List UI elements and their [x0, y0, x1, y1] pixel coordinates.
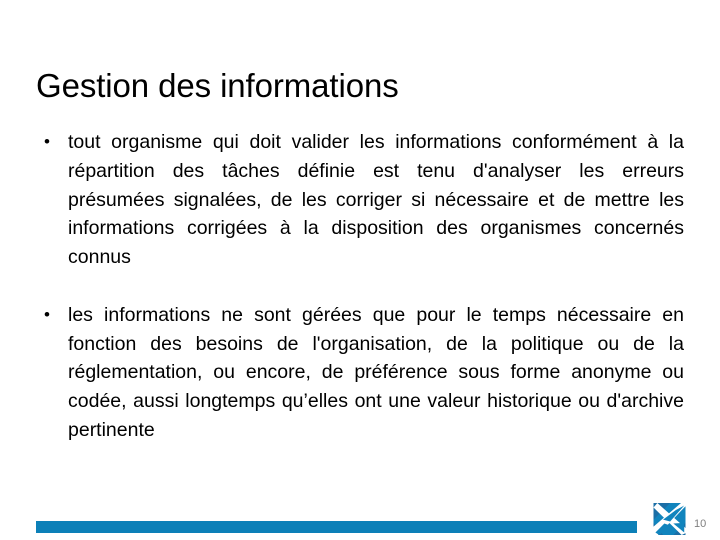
list-item-text: tout organisme qui doit valider les info…: [68, 131, 684, 269]
saltire-swoosh-logo: [653, 503, 686, 535]
list-item: • tout organisme qui doit valider les in…: [36, 128, 684, 301]
list-item-text: les informations ne sont gérées que pour…: [68, 303, 684, 441]
footer-accent-bar: [36, 521, 637, 533]
slide-body: • tout organisme qui doit valider les in…: [36, 128, 684, 474]
slide: Gestion des informations • tout organism…: [0, 0, 720, 540]
bullet-list: • tout organisme qui doit valider les in…: [36, 128, 684, 474]
list-item: • les informations ne sont gérées que po…: [36, 301, 684, 474]
bullet-marker-icon: •: [44, 132, 50, 151]
page-title: Gestion des informations: [36, 67, 399, 105]
page-number: 10: [694, 518, 707, 530]
bullet-marker-icon: •: [44, 304, 50, 324]
